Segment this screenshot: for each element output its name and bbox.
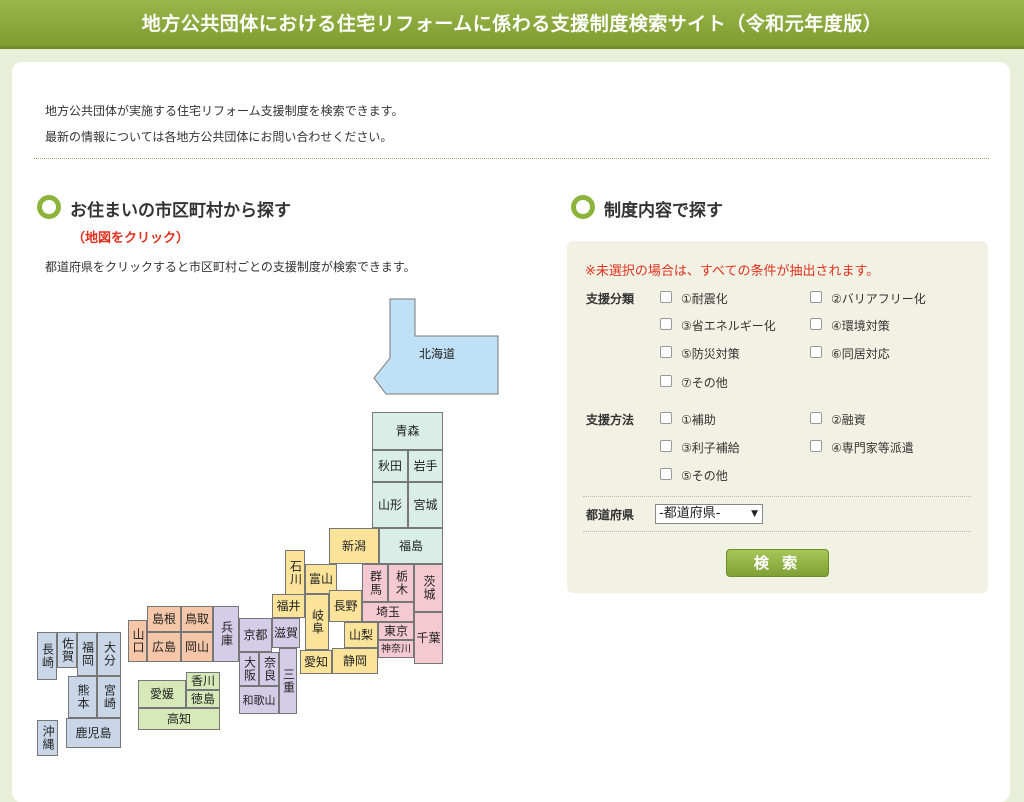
- pref-akita[interactable]: 秋田: [372, 450, 408, 482]
- pref-kanagawa[interactable]: 神奈川: [378, 640, 414, 658]
- filter-section-title: 制度内容で探す: [604, 201, 723, 221]
- pref-fukushima[interactable]: 福島: [379, 528, 443, 564]
- pref-fukuoka[interactable]: 福岡: [77, 632, 97, 676]
- category-checkbox-7[interactable]: [660, 375, 672, 387]
- category-checkbox-4[interactable]: [810, 318, 822, 330]
- pref-yamanashi[interactable]: 山梨: [344, 622, 378, 648]
- pref-shimane[interactable]: 島根: [147, 606, 181, 632]
- pref-yamagata[interactable]: 山形: [372, 482, 408, 528]
- method-checkbox-2[interactable]: [810, 412, 822, 424]
- site-title: 地方公共団体における住宅リフォームに係わる支援制度検索サイト（令和元年度版）: [141, 13, 883, 35]
- intro-text: 地方公共団体が実施する住宅リフォーム支援制度を検索できます。 最新の情報について…: [45, 98, 403, 150]
- pref-ibaraki[interactable]: 茨城: [414, 564, 443, 612]
- pref-nagasaki[interactable]: 長崎: [37, 632, 57, 680]
- pref-shizuoka[interactable]: 静岡: [332, 648, 378, 674]
- pref-hokkaido[interactable]: 北海道: [402, 340, 472, 368]
- pref-kumamoto[interactable]: 熊本: [68, 676, 97, 718]
- circle-icon: [571, 195, 595, 219]
- pref-gunma[interactable]: 群馬: [362, 564, 388, 602]
- pref-ehime[interactable]: 愛媛: [138, 680, 186, 708]
- prefecture-label: 都道府県: [586, 508, 635, 522]
- pref-tottori[interactable]: 鳥取: [181, 606, 213, 632]
- circle-icon: [37, 195, 61, 219]
- category-checkbox-3[interactable]: [660, 318, 672, 330]
- prefecture-select[interactable]: -都道府県- ▼: [655, 504, 763, 524]
- filter-divider: [583, 531, 971, 532]
- section-divider: [34, 158, 989, 159]
- method-option-4: ④専門家等派遣: [831, 441, 914, 455]
- pref-tokyo[interactable]: 東京: [378, 622, 414, 640]
- filter-divider: [583, 496, 971, 497]
- pref-saga[interactable]: 佐賀: [57, 632, 77, 668]
- map-section-title: お住まいの市区町村から探す: [70, 201, 291, 221]
- pref-okinawa[interactable]: 沖縄: [37, 720, 58, 756]
- site-header: 地方公共団体における住宅リフォームに係わる支援制度検索サイト（令和元年度版）: [0, 0, 1024, 49]
- pref-mie[interactable]: 三重: [279, 648, 297, 714]
- pref-aomori[interactable]: 青森: [372, 412, 443, 450]
- pref-gifu[interactable]: 岐阜: [305, 594, 329, 650]
- category-option-5: ⑤防災対策: [681, 347, 740, 361]
- category-option-3: ③省エネルギー化: [681, 319, 776, 333]
- pref-osaka[interactable]: 大阪: [239, 652, 259, 686]
- pref-iwate[interactable]: 岩手: [408, 450, 443, 482]
- category-option-2: ②バリアフリー化: [831, 292, 926, 306]
- pref-miyagi[interactable]: 宮城: [408, 482, 443, 528]
- method-option-5: ⑤その他: [681, 469, 728, 483]
- category-checkbox-6[interactable]: [810, 346, 822, 358]
- category-label: 支援分類: [586, 292, 635, 306]
- method-checkbox-1[interactable]: [660, 412, 672, 424]
- pref-miyazaki[interactable]: 宮崎: [97, 676, 121, 718]
- method-checkbox-5[interactable]: [660, 468, 672, 480]
- pref-shiga[interactable]: 滋賀: [272, 618, 300, 648]
- filter-warning: ※未選択の場合は、すべての条件が抽出されます。: [585, 264, 880, 279]
- pref-okayama[interactable]: 岡山: [181, 632, 213, 662]
- pref-nara[interactable]: 奈良: [259, 652, 279, 686]
- pref-hiroshima[interactable]: 広島: [147, 632, 181, 662]
- method-option-1: ①補助: [681, 413, 716, 427]
- category-checkbox-2[interactable]: [810, 291, 822, 303]
- pref-yamaguchi[interactable]: 山口: [128, 620, 147, 662]
- dropdown-arrow-icon: ▼: [751, 509, 758, 519]
- method-checkbox-4[interactable]: [810, 440, 822, 452]
- pref-kagawa[interactable]: 香川: [186, 672, 220, 690]
- method-label: 支援方法: [586, 413, 635, 427]
- category-option-4: ④環境対策: [831, 319, 890, 333]
- method-option-2: ②融資: [831, 413, 866, 427]
- pref-saitama[interactable]: 埼玉: [362, 602, 414, 622]
- intro-line-1: 地方公共団体が実施する住宅リフォーム支援制度を検索できます。: [45, 104, 404, 118]
- pref-kyoto[interactable]: 京都: [239, 618, 272, 652]
- pref-tokushima[interactable]: 徳島: [186, 690, 220, 708]
- method-checkbox-3[interactable]: [660, 440, 672, 452]
- pref-fukui[interactable]: 福井: [272, 594, 305, 618]
- pref-nagano[interactable]: 長野: [329, 590, 362, 622]
- map-click-note: （地図をクリック）: [72, 231, 190, 246]
- pref-wakayama[interactable]: 和歌山: [239, 686, 279, 714]
- category-checkbox-5[interactable]: [660, 346, 672, 358]
- intro-line-2: 最新の情報については各地方公共団体にお問い合わせください。: [45, 130, 393, 144]
- prefecture-select-value: -都道府県-: [659, 506, 721, 521]
- pref-tochigi[interactable]: 栃木: [388, 564, 414, 602]
- method-option-3: ③利子補給: [681, 441, 740, 455]
- category-option-7: ⑦その他: [681, 376, 728, 390]
- pref-kagoshima[interactable]: 鹿児島: [66, 718, 121, 748]
- map-description: 都道府県をクリックすると市区町村ごとの支援制度が検索できます。: [45, 260, 416, 274]
- category-option-6: ⑥同居対応: [831, 347, 890, 361]
- pref-niigata[interactable]: 新潟: [329, 528, 379, 564]
- pref-chiba[interactable]: 千葉: [414, 612, 443, 664]
- pref-ishikawa[interactable]: 石川: [285, 550, 305, 596]
- pref-hyogo[interactable]: 兵庫: [213, 606, 239, 662]
- search-button[interactable]: 検 索: [726, 549, 829, 577]
- pref-oita[interactable]: 大分: [97, 632, 121, 676]
- pref-kochi[interactable]: 高知: [138, 708, 220, 730]
- category-checkbox-1[interactable]: [660, 291, 672, 303]
- pref-aichi[interactable]: 愛知: [300, 650, 332, 674]
- category-option-1: ①耐震化: [681, 292, 728, 306]
